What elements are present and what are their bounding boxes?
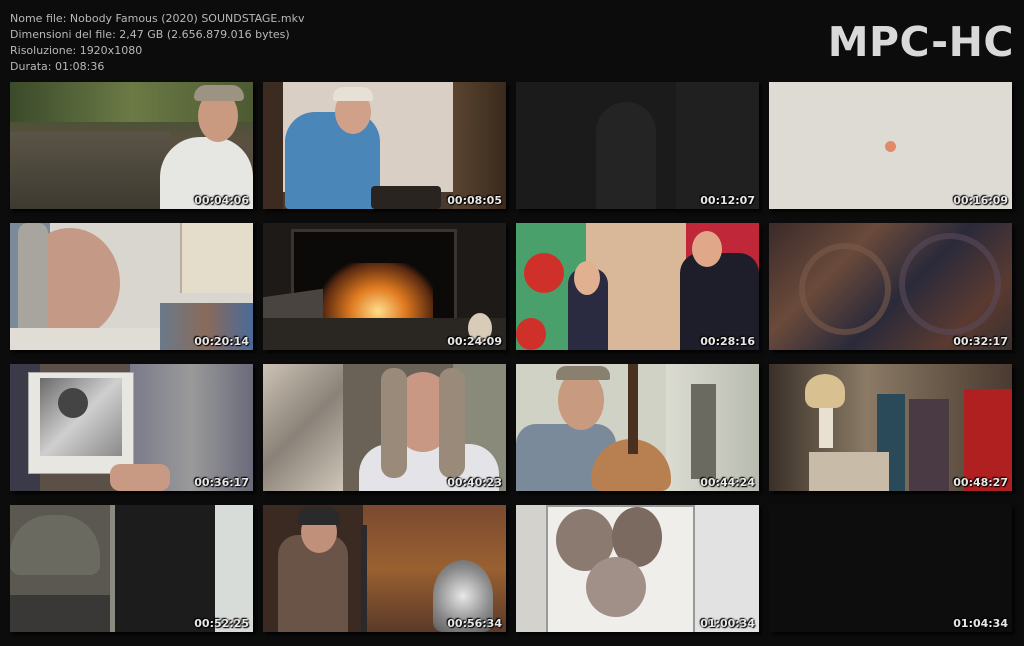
timestamp: 00:28:16 — [700, 335, 755, 348]
thumbnail[interactable]: 01:04:34 — [769, 505, 1012, 632]
thumbnail[interactable]: 00:36:17 — [10, 364, 253, 491]
timestamp: 00:12:07 — [700, 194, 755, 207]
thumbnail[interactable]: 00:48:27 — [769, 364, 1012, 491]
file-duration: Durata: 01:08:36 — [10, 60, 105, 73]
thumbnail[interactable]: 00:16:09 — [769, 82, 1012, 209]
timestamp: 00:36:17 — [194, 476, 249, 489]
thumbnail[interactable]: 00:24:09 — [263, 223, 506, 350]
thumbnail[interactable]: 00:56:34 — [263, 505, 506, 632]
timestamp: 00:32:17 — [953, 335, 1008, 348]
timestamp: 01:00:34 — [700, 617, 755, 630]
thumbnail[interactable]: 00:32:17 — [769, 223, 1012, 350]
file-size: Dimensioni del file: 2,47 GB (2.656.879.… — [10, 28, 290, 41]
timestamp: 00:24:09 — [447, 335, 502, 348]
timestamp: 00:04:06 — [194, 194, 249, 207]
timestamp: 00:20:14 — [194, 335, 249, 348]
timestamp: 00:52:25 — [194, 617, 249, 630]
app-logo: MPC-HC — [827, 18, 1014, 66]
file-resolution: Risoluzione: 1920x1080 — [10, 44, 143, 57]
thumbnail[interactable]: 00:04:06 — [10, 82, 253, 209]
file-name: Nome file: Nobody Famous (2020) SOUNDSTA… — [10, 12, 305, 25]
file-info: Nome file: Nobody Famous (2020) SOUNDSTA… — [10, 11, 304, 75]
timestamp: 00:44:24 — [700, 476, 755, 489]
header: Nome file: Nobody Famous (2020) SOUNDSTA… — [0, 0, 1024, 80]
thumbnail[interactable]: 00:20:14 — [10, 223, 253, 350]
timestamp: 00:48:27 — [953, 476, 1008, 489]
thumbnail-grid: 00:04:06 00:08:05 00:12:07 00:16:09 00:2… — [10, 82, 1014, 633]
timestamp: 00:56:34 — [447, 617, 502, 630]
thumbnail[interactable]: 00:40:23 — [263, 364, 506, 491]
timestamp: 01:04:34 — [953, 617, 1008, 630]
thumbnail[interactable]: 01:00:34 — [516, 505, 759, 632]
thumbnail[interactable]: 00:44:24 — [516, 364, 759, 491]
timestamp: 00:08:05 — [447, 194, 502, 207]
thumbnail[interactable]: 00:28:16 — [516, 223, 759, 350]
timestamp: 00:16:09 — [953, 194, 1008, 207]
timestamp: 00:40:23 — [447, 476, 502, 489]
thumbnail[interactable]: 00:12:07 — [516, 82, 759, 209]
thumbnail[interactable]: 00:52:25 — [10, 505, 253, 632]
thumbnail[interactable]: 00:08:05 — [263, 82, 506, 209]
